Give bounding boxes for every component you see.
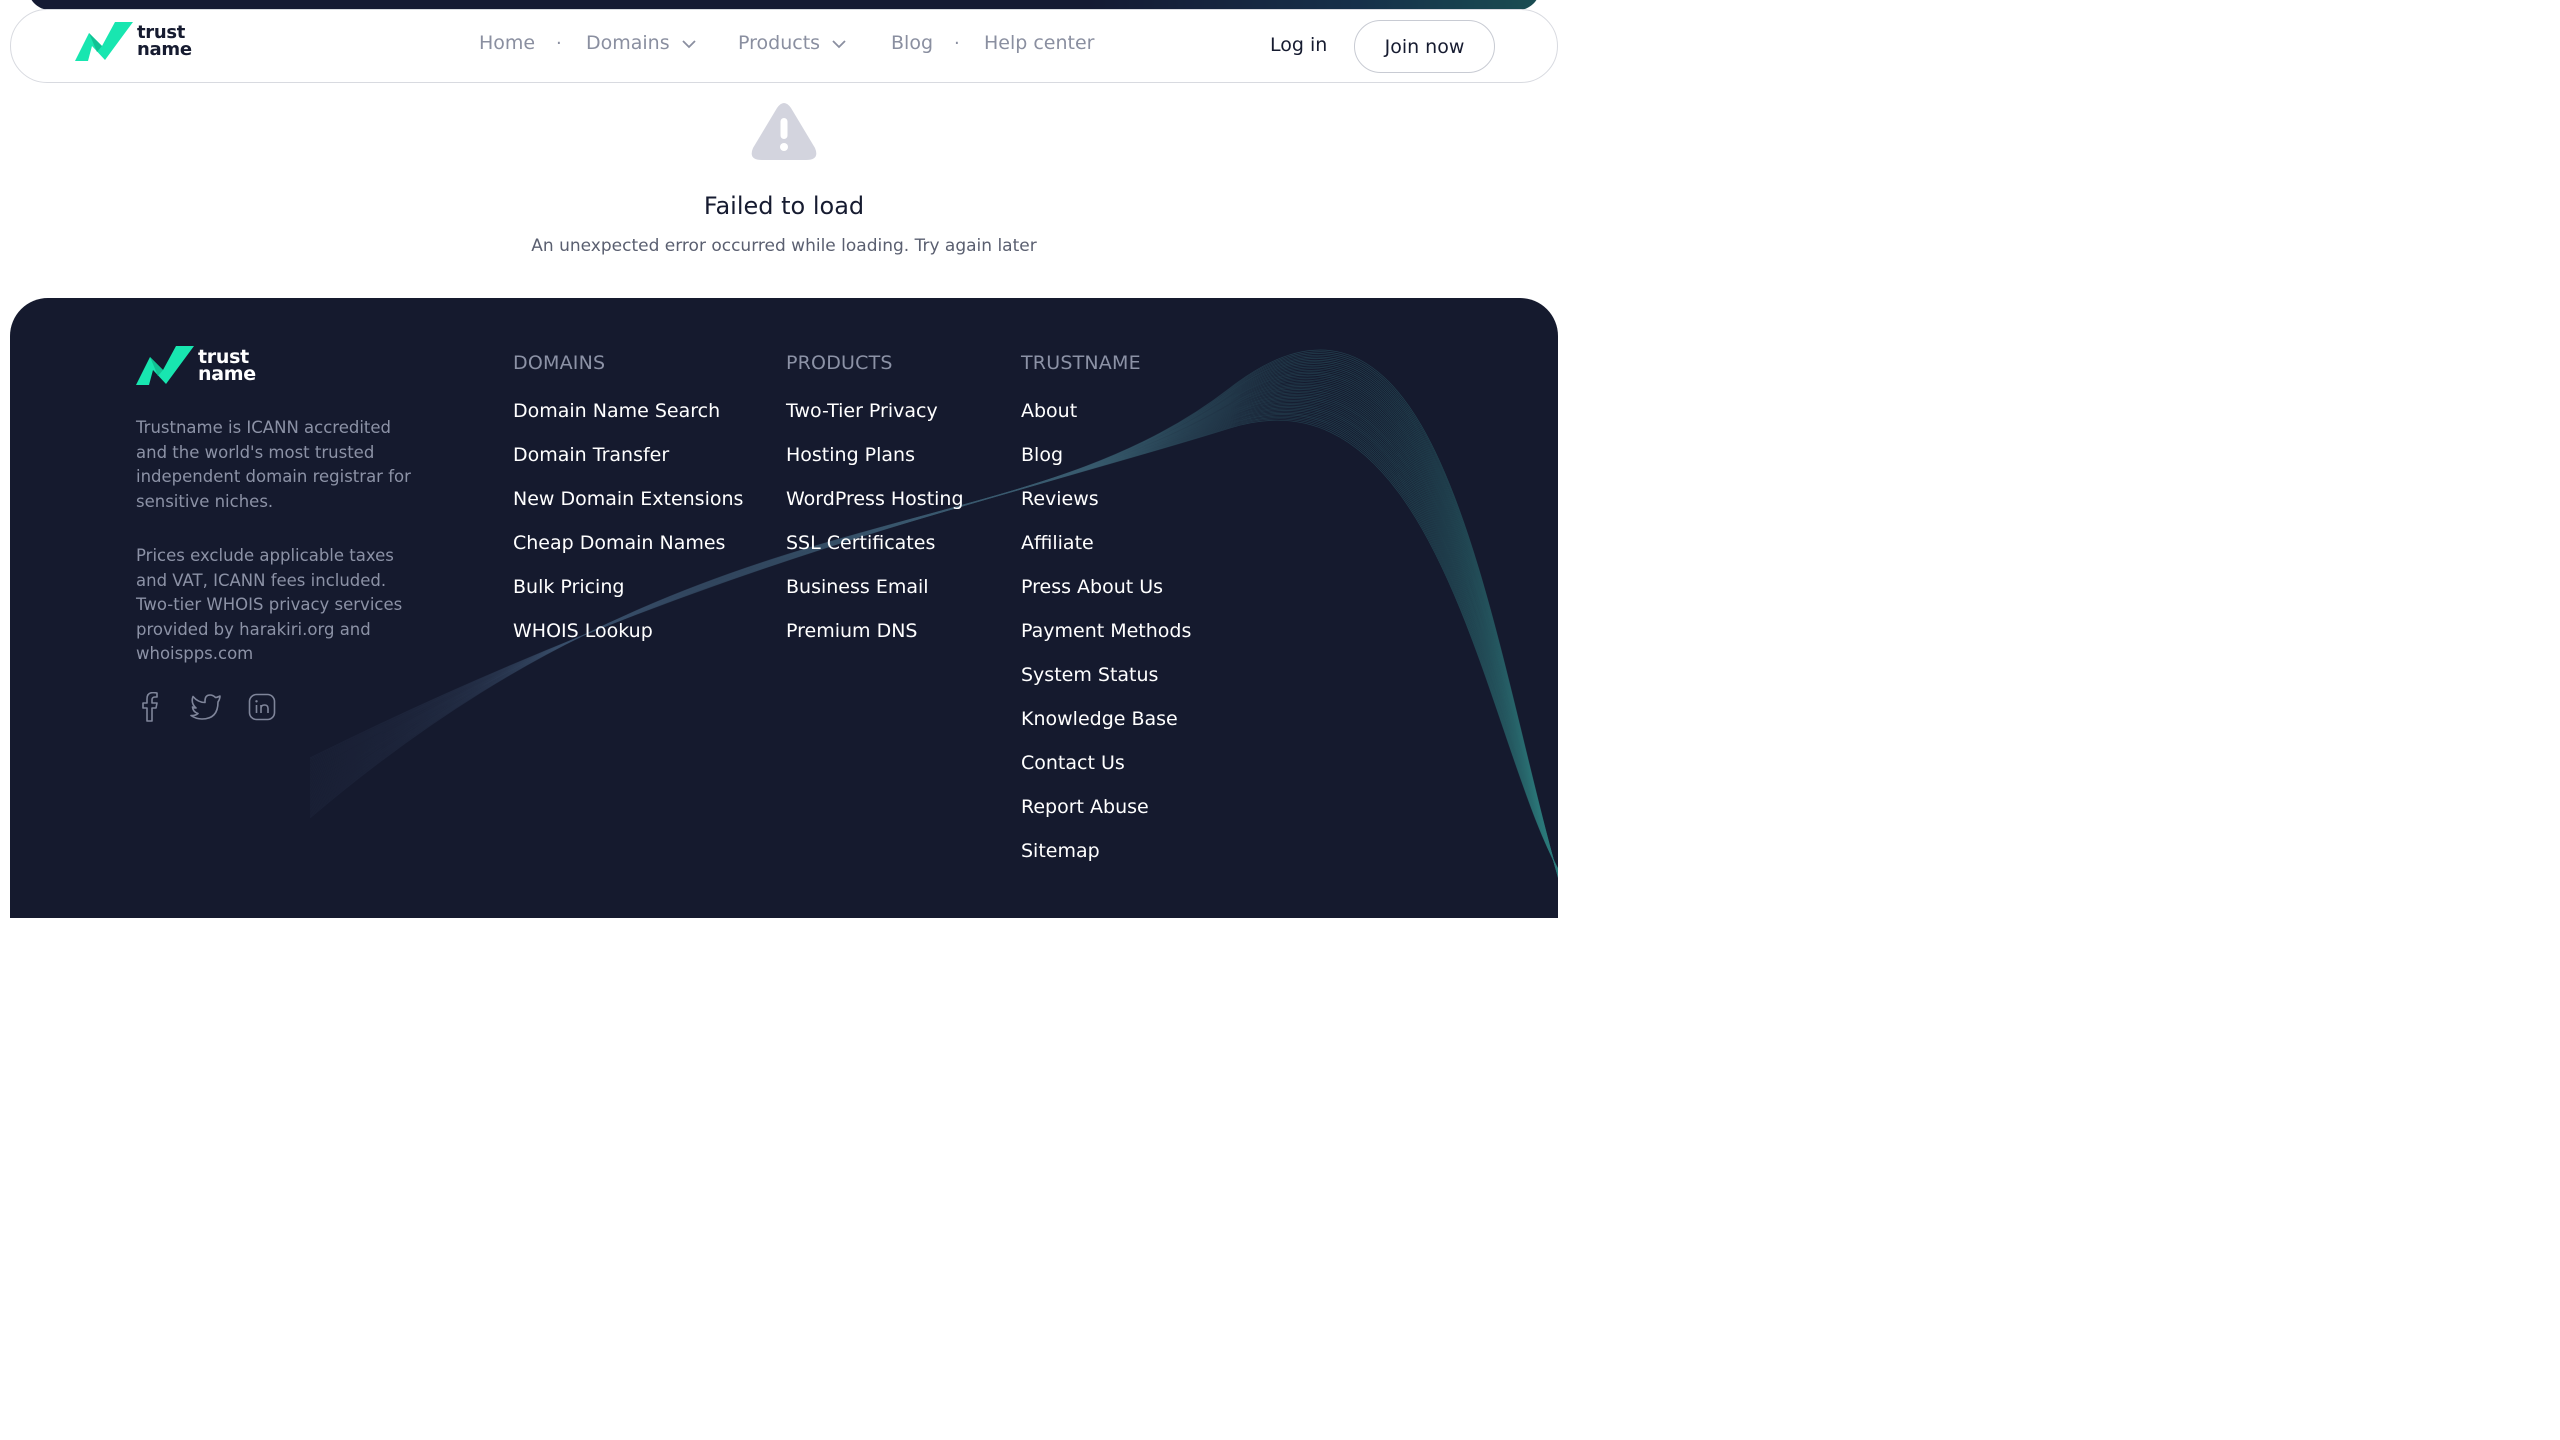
chevron-down-icon <box>832 32 846 54</box>
footer-column-heading: PRODUCTS <box>786 352 893 374</box>
footer-link[interactable]: Reviews <box>1021 488 1191 532</box>
nav-separator: · <box>954 33 960 54</box>
footer-link[interactable]: Knowledge Base <box>1021 708 1191 752</box>
nav-blog[interactable]: Blog <box>891 32 933 54</box>
chevron-down-icon <box>682 32 696 54</box>
footer-link[interactable]: WordPress Hosting <box>786 488 964 532</box>
error-message: An unexpected error occurred while loadi… <box>531 236 1037 256</box>
facebook-icon[interactable] <box>136 691 164 726</box>
footer-link[interactable]: Blog <box>1021 444 1191 488</box>
footer-link[interactable]: Domain Name Search <box>513 400 743 444</box>
footer-link[interactable]: Domain Transfer <box>513 444 743 488</box>
footer-link[interactable]: Affiliate <box>1021 532 1191 576</box>
nav-blog-label: Blog <box>891 32 933 54</box>
footer-link[interactable]: Report Abuse <box>1021 796 1191 840</box>
nav-help-center-label: Help center <box>984 32 1095 54</box>
join-now-button[interactable]: Join now <box>1354 20 1495 73</box>
footer-column-heading: DOMAINS <box>513 352 606 374</box>
footer-link[interactable]: Press About Us <box>1021 576 1191 620</box>
nav-products-label: Products <box>738 32 821 54</box>
error-title: Failed to load <box>703 192 865 220</box>
site-header: trust name Home · Domains Products Blog … <box>10 9 1558 83</box>
social-links <box>136 691 276 726</box>
footer-link[interactable]: New Domain Extensions <box>513 488 743 532</box>
nav-help-center[interactable]: Help center <box>984 32 1094 54</box>
footer-link[interactable]: Cheap Domain Names <box>513 532 743 576</box>
footer-link[interactable]: Premium DNS <box>786 620 964 664</box>
footer-link[interactable]: SSL Certificates <box>786 532 964 576</box>
footer-link[interactable]: About <box>1021 400 1191 444</box>
footer-link[interactable]: Bulk Pricing <box>513 576 743 620</box>
login-link[interactable]: Log in <box>1270 34 1327 56</box>
nav-products[interactable]: Products <box>738 32 846 54</box>
footer-description: Trustname is ICANN accredited and the wo… <box>136 418 411 511</box>
trustname-logo-mark <box>136 346 194 385</box>
footer-column-trustname: TRUSTNAME About Blog Reviews Affiliate P… <box>1021 352 1191 884</box>
twitter-icon[interactable] <box>190 693 222 725</box>
footer-link[interactable]: Hosting Plans <box>786 444 964 488</box>
nav-home-label: Home <box>479 32 536 54</box>
nav-domains[interactable]: Domains <box>586 32 696 54</box>
footer-logo[interactable]: trust name <box>136 346 256 386</box>
footer-link[interactable]: System Status <box>1021 664 1191 708</box>
nav-separator: · <box>556 33 562 54</box>
nav-home[interactable]: Home <box>479 32 535 54</box>
nav-domains-label: Domains <box>586 32 670 54</box>
footer-link[interactable]: WHOIS Lookup <box>513 620 743 664</box>
footer-column-heading: TRUSTNAME <box>1021 352 1141 374</box>
footer-link[interactable]: Two-Tier Privacy <box>786 400 964 444</box>
footer-link[interactable]: Sitemap <box>1021 840 1191 884</box>
warning-icon <box>750 102 818 166</box>
footer-link[interactable]: Business Email <box>786 576 964 620</box>
footer-link[interactable]: Payment Methods <box>1021 620 1191 664</box>
logo-line-2: name <box>198 363 256 385</box>
logo-wordmark: trust name <box>198 347 256 385</box>
footer-disclaimer: Prices exclude applicable taxes and VAT,… <box>136 546 403 663</box>
site-footer: trust name Trustname is ICANN accredited… <box>10 298 1558 918</box>
footer-link[interactable]: Contact Us <box>1021 752 1191 796</box>
footer-column-domains: DOMAINS Domain Name Search Domain Transf… <box>513 352 743 664</box>
linkedin-icon[interactable] <box>248 693 276 725</box>
footer-column-products: PRODUCTS Two-Tier Privacy Hosting Plans … <box>786 352 964 664</box>
